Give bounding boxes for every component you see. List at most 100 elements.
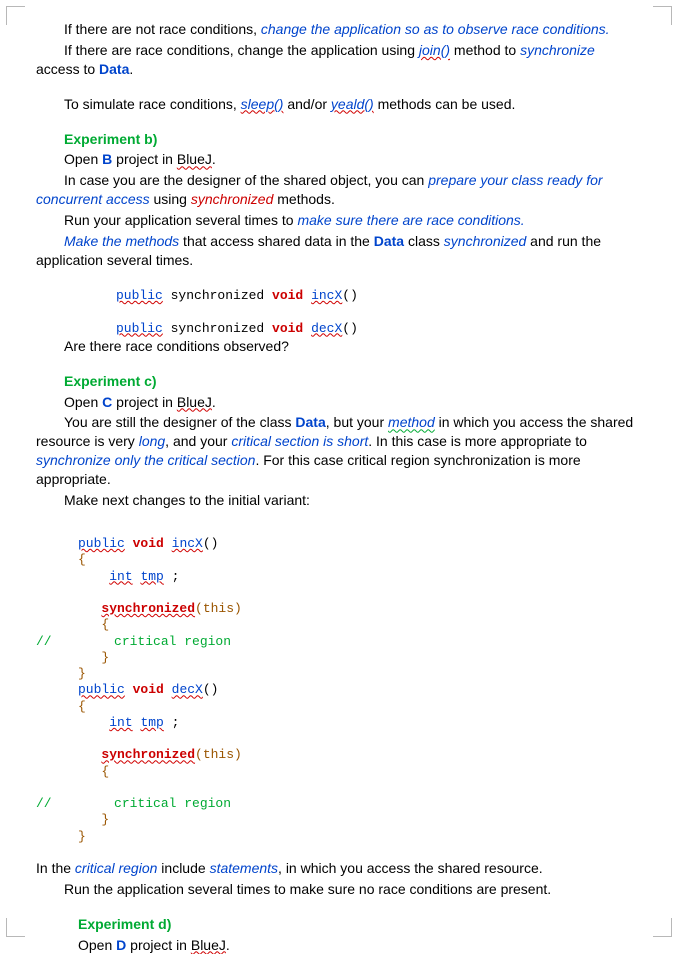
emphasis: change the application so as to observe … <box>261 21 610 37</box>
code-block-c3: } } <box>78 812 642 845</box>
code-block-c: public void incX() { int tmp ; synchroni… <box>78 520 642 634</box>
brace-close: } <box>101 650 109 665</box>
text: , in which you access the shared resourc… <box>278 860 543 876</box>
kw-void: void <box>272 321 303 336</box>
kw-synchronized: synchronized <box>191 191 274 207</box>
text: In case you are the designer of the shar… <box>64 172 428 188</box>
crop-mark-bl <box>6 918 25 937</box>
text: () <box>342 288 358 303</box>
kw-public: public <box>116 288 163 303</box>
brace-close: } <box>78 829 86 844</box>
method-incx: incX <box>311 288 342 303</box>
p-criticalregion: In the critical region include statement… <box>36 859 642 878</box>
heading-experiment-b: Experiment b) <box>36 130 642 149</box>
kw-void: void <box>133 682 164 697</box>
project-d: D <box>116 937 126 953</box>
text: You are still the designer of the class <box>64 414 295 430</box>
emphasis: make sure there are race conditions. <box>297 212 524 228</box>
p-designer: In case you are the designer of the shar… <box>36 171 642 209</box>
project-c: C <box>102 394 112 410</box>
crop-mark-br <box>653 918 672 937</box>
crop-mark-tr <box>653 6 672 25</box>
project-b: B <box>102 151 112 167</box>
tool-bluej: BlueJ <box>177 394 212 410</box>
word-long: long <box>139 433 165 449</box>
text: synchronized <box>163 288 272 303</box>
kw-int: int <box>109 715 132 730</box>
word-method: method <box>388 414 435 430</box>
code-comment: // critical region <box>36 780 642 813</box>
var-tmp: tmp <box>140 569 163 584</box>
method-join: join() <box>419 42 450 58</box>
p-open-d: Open D project in BlueJ. <box>78 936 642 954</box>
p-areobserved: Are there race conditions observed? <box>36 337 642 356</box>
text: . In this case is more appropriate to <box>368 433 587 449</box>
text: . <box>226 937 230 953</box>
kw-public: public <box>116 321 163 336</box>
kw-public: public <box>78 536 125 551</box>
text: and/or <box>283 96 330 112</box>
code-block-c2: } } public void decX() { int tmp ; synch… <box>78 650 642 780</box>
p-makemethods: Make the methods that access shared data… <box>36 232 642 270</box>
text: To simulate race conditions, <box>64 96 241 112</box>
method-yeald: yeald() <box>331 96 374 112</box>
heading-experiment-d: Experiment d) <box>78 915 642 934</box>
text: . <box>212 394 216 410</box>
emphasis: Make the methods <box>64 233 179 249</box>
method-decx: decX <box>311 321 342 336</box>
emphasis: critical section is short <box>231 433 368 449</box>
this: (this) <box>195 747 242 762</box>
p-designer-c: You are still the designer of the class … <box>36 413 642 489</box>
text: methods. <box>273 191 334 207</box>
text: . <box>212 151 216 167</box>
text: () <box>203 536 219 551</box>
brace-open: { <box>78 699 86 714</box>
kw-void: void <box>272 288 303 303</box>
emphasis: critical region <box>75 860 157 876</box>
code-comment: // critical region <box>36 634 642 650</box>
this: (this) <box>195 601 242 616</box>
p-run-c: Run the application several times to mak… <box>36 880 642 899</box>
method-decx: decX <box>172 682 203 697</box>
text: () <box>203 682 219 697</box>
brace-close: } <box>101 812 109 827</box>
p-run-b: Run your application several times to ma… <box>36 211 642 230</box>
text: If there are race conditions, change the… <box>64 42 419 58</box>
text: method to <box>450 42 520 58</box>
brace-open: { <box>101 764 109 779</box>
text: class <box>404 233 444 249</box>
comment: // critical region <box>36 634 231 649</box>
text: Open <box>64 394 102 410</box>
text: ; <box>164 569 180 584</box>
text: that access shared data in the <box>179 233 374 249</box>
class-data: Data <box>99 61 129 77</box>
comment: // critical region <box>36 796 231 811</box>
emphasis: synchronize only the critical section <box>36 452 255 468</box>
text: ; <box>164 715 180 730</box>
kw-synchronized: synchronized <box>444 233 527 249</box>
text: Open <box>78 937 116 953</box>
tool-bluej: BlueJ <box>191 937 226 953</box>
kw-synchronized: synchronized <box>101 601 195 616</box>
emphasis-sync: synchronize <box>520 42 595 58</box>
text: methods can be used. <box>374 96 516 112</box>
text: If there are not race conditions, <box>64 21 261 37</box>
text: project in <box>112 394 177 410</box>
text: , and your <box>165 433 231 449</box>
brace-open: { <box>101 617 109 632</box>
heading-experiment-c: Experiment c) <box>36 372 642 391</box>
var-tmp: tmp <box>140 715 163 730</box>
p-join: If there are race conditions, change the… <box>36 41 642 79</box>
text: include <box>157 860 209 876</box>
kw-void: void <box>133 536 164 551</box>
brace-close: } <box>78 666 86 681</box>
text: project in <box>112 151 177 167</box>
brace-open: { <box>78 552 86 567</box>
p-open-b: Open B project in BlueJ. <box>36 150 642 169</box>
text: Run your application several times to <box>64 212 297 228</box>
method-incx: incX <box>172 536 203 551</box>
text: using <box>150 191 191 207</box>
text: project in <box>126 937 191 953</box>
class-data: Data <box>374 233 404 249</box>
p-simulate: To simulate race conditions, sleep() and… <box>36 95 642 114</box>
